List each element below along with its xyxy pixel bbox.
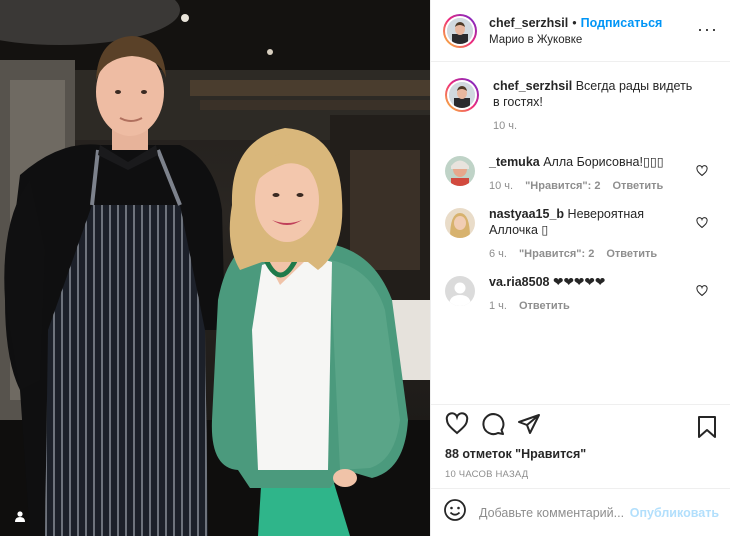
caption-avatar-image bbox=[449, 82, 475, 108]
caption-avatar[interactable] bbox=[445, 78, 479, 112]
comment-time[interactable]: 1 ч. bbox=[489, 300, 507, 312]
likes-count[interactable]: 88 отметок "Нравится" bbox=[445, 447, 716, 461]
author-username[interactable]: chef_serzhsil bbox=[489, 16, 568, 30]
author-avatar[interactable] bbox=[443, 13, 477, 48]
photo-illustration bbox=[0, 0, 430, 536]
comment-username[interactable]: nastyaa15_b bbox=[489, 207, 564, 221]
commenter-avatar[interactable] bbox=[445, 276, 475, 306]
likes-text[interactable]: 88 отметок "Нравится" bbox=[445, 447, 586, 461]
comment-likes[interactable]: "Нравится": 2 bbox=[525, 180, 600, 192]
comments-list: chef_serzhsil Всегда рады видеть в гостя… bbox=[431, 62, 730, 404]
instagram-post: chef_serzhsil • Подписаться Марио в Жуко… bbox=[0, 0, 730, 536]
reply-button[interactable]: Ответить bbox=[606, 248, 657, 260]
post-side-panel: chef_serzhsil • Подписаться Марио в Жуко… bbox=[430, 0, 730, 536]
reply-button[interactable]: Ответить bbox=[612, 180, 663, 192]
comment-item: va.ria8508 ❤❤❤❤❤ 1 ч. Ответить bbox=[445, 274, 716, 312]
share-icon[interactable] bbox=[517, 412, 541, 441]
default-avatar-icon bbox=[445, 276, 475, 306]
add-comment-bar: Опубликовать bbox=[431, 488, 730, 536]
emoji-icon[interactable] bbox=[443, 498, 467, 527]
caption-time[interactable]: 10 ч. bbox=[493, 120, 517, 132]
commenter-avatar[interactable] bbox=[445, 156, 475, 186]
post-photo[interactable] bbox=[0, 0, 430, 536]
caption: chef_serzhsil Всегда рады видеть в гостя… bbox=[445, 78, 716, 132]
comment-text: ❤❤❤❤❤ bbox=[552, 275, 606, 289]
comment-item: nastyaa15_b Невероятная Аллочка ▯ 6 ч. "… bbox=[445, 206, 716, 260]
comment-likes[interactable]: "Нравится": 2 bbox=[519, 248, 594, 260]
post-header: chef_serzhsil • Подписаться Марио в Жуко… bbox=[431, 0, 730, 62]
comment-time[interactable]: 6 ч. bbox=[489, 248, 507, 260]
reply-button[interactable]: Ответить bbox=[519, 300, 570, 312]
author-avatar-image bbox=[447, 17, 473, 44]
heart-icon[interactable] bbox=[696, 164, 708, 182]
separator-dot: • bbox=[572, 15, 577, 30]
comment-username[interactable]: _temuka bbox=[489, 155, 540, 169]
comment-item: _temuka Алла Борисовна!▯▯▯ 10 ч. "Нравит… bbox=[445, 154, 716, 192]
heart-icon[interactable] bbox=[696, 284, 708, 302]
commenter-avatar-image bbox=[445, 156, 475, 186]
comment-time[interactable]: 10 ч. bbox=[489, 180, 513, 192]
comment-username[interactable]: va.ria8508 bbox=[489, 275, 549, 289]
comment-input[interactable] bbox=[479, 505, 629, 520]
heart-icon[interactable] bbox=[445, 411, 469, 441]
post-time: 10 ЧАСОВ НАЗАД bbox=[445, 469, 529, 480]
comment-icon[interactable] bbox=[481, 412, 505, 441]
commenter-avatar-image bbox=[445, 208, 475, 238]
follow-button[interactable]: Подписаться bbox=[581, 16, 663, 30]
location-link[interactable]: Марио в Жуковке bbox=[489, 34, 662, 46]
heart-icon[interactable] bbox=[696, 216, 708, 234]
bookmark-icon[interactable] bbox=[696, 415, 718, 444]
publish-button[interactable]: Опубликовать bbox=[630, 506, 719, 520]
user-tag-icon[interactable] bbox=[10, 506, 30, 526]
comment-text: Алла Борисовна!▯▯▯ bbox=[543, 155, 664, 169]
post-actions: 88 отметок "Нравится" 10 ЧАСОВ НАЗАД bbox=[431, 404, 730, 488]
caption-username[interactable]: chef_serzhsil bbox=[493, 79, 572, 93]
commenter-avatar[interactable] bbox=[445, 208, 475, 238]
more-icon[interactable]: ··· bbox=[697, 20, 718, 38]
